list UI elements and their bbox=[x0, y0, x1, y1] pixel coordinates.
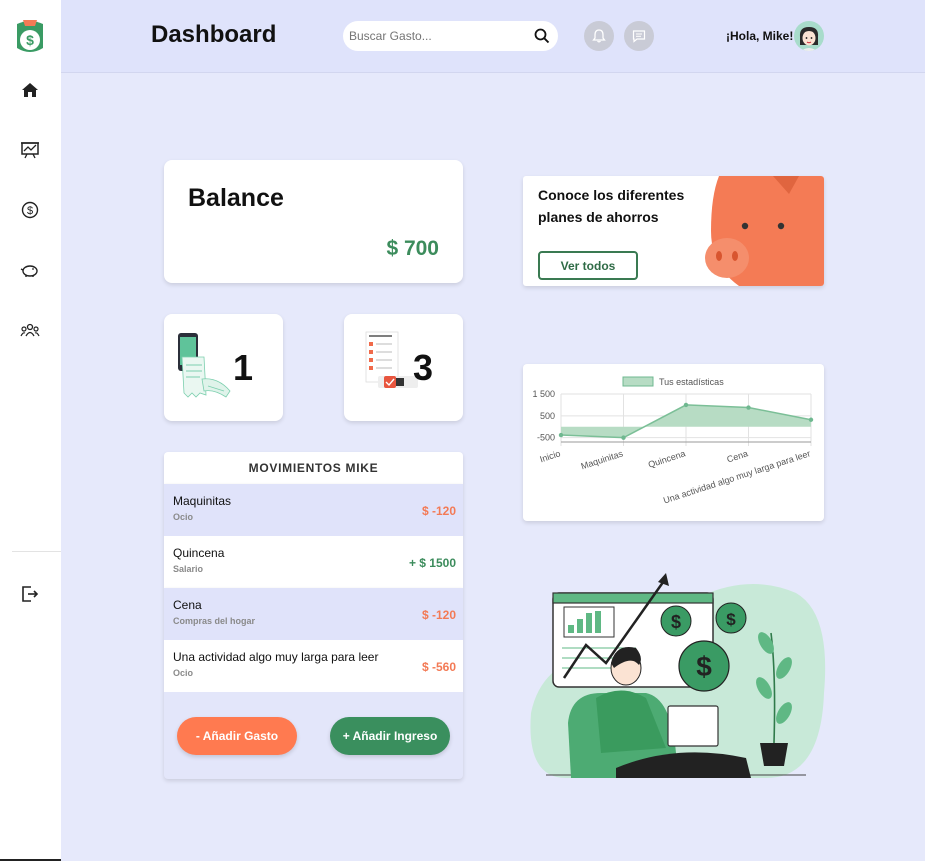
statistics-chart: Tus estadísticas 1 500 500 -500 Inicio Maquin… bbox=[532, 376, 814, 506]
logout-icon[interactable] bbox=[17, 581, 43, 607]
search-box bbox=[343, 21, 558, 51]
page-title: Dashboard bbox=[151, 21, 277, 48]
svg-text:$: $ bbox=[726, 610, 736, 629]
view-all-button[interactable]: Ver todos bbox=[538, 251, 638, 280]
svg-text:$: $ bbox=[26, 32, 34, 48]
statistics-chart-card: Tus estadísticas 1 500 500 -500 Inicio Maquin… bbox=[523, 364, 824, 521]
subscriptions-count-card[interactable]: 3 bbox=[344, 314, 463, 421]
movement-name: Una actividad algo muy larga para leer bbox=[173, 650, 379, 664]
expenses-count: 1 bbox=[232, 347, 253, 388]
expenses-count-card[interactable]: 1 bbox=[164, 314, 283, 421]
movement-row[interactable]: Maquinitas Ocio $ -120 bbox=[164, 484, 463, 536]
search-input[interactable] bbox=[349, 27, 529, 45]
add-expense-button[interactable]: - Añadir Gasto bbox=[177, 717, 297, 755]
data-point bbox=[808, 417, 814, 422]
movement-row[interactable]: Cena Compras del hogar $ -120 bbox=[164, 588, 463, 640]
movement-name: Cena bbox=[173, 598, 202, 612]
movement-category: Ocio bbox=[173, 512, 194, 522]
sidebar: $ $ bbox=[0, 0, 61, 861]
movement-category: Compras del hogar bbox=[173, 616, 256, 626]
data-point bbox=[558, 432, 564, 438]
y-tick-label: 1 500 bbox=[532, 389, 555, 399]
add-income-button[interactable]: + Añadir Ingreso bbox=[330, 717, 450, 755]
subscriptions-count: 3 bbox=[412, 347, 433, 388]
user-greeting: ¡Hola, Mike! bbox=[726, 29, 794, 43]
movement-row[interactable]: Quincena Salario + $ 1500 bbox=[164, 536, 463, 588]
balance-value: $ 700 bbox=[386, 237, 439, 260]
users-group-icon[interactable] bbox=[17, 317, 43, 343]
user-avatar[interactable] bbox=[794, 21, 824, 51]
bell-icon bbox=[592, 29, 606, 43]
dollar-coin-icon[interactable]: $ bbox=[17, 197, 43, 223]
y-tick-label: 500 bbox=[540, 411, 555, 421]
app-logo[interactable]: $ bbox=[13, 18, 47, 56]
movement-amount: $ -120 bbox=[421, 504, 456, 518]
x-tick-label: Cena bbox=[726, 448, 750, 464]
legend-swatch bbox=[622, 376, 654, 387]
movement-category: Ocio bbox=[173, 668, 194, 678]
mobile-receipt-illustration bbox=[178, 333, 231, 398]
svg-text:$: $ bbox=[27, 205, 33, 217]
movement-amount: + $ 1500 bbox=[408, 556, 456, 570]
data-point bbox=[621, 435, 626, 440]
balance-card: Balance $ 700 bbox=[164, 160, 463, 283]
piggy-bank-icon[interactable] bbox=[17, 257, 43, 283]
movement-name: Maquinitas bbox=[173, 494, 232, 508]
movements-panel: MOVIMIENTOS MIKE Maquinitas Ocio $ -120 … bbox=[164, 452, 463, 779]
movements-title: MOVIMIENTOS MIKE bbox=[164, 452, 463, 484]
home-icon[interactable] bbox=[17, 77, 43, 103]
movement-row[interactable]: Una actividad algo muy larga para leer O… bbox=[164, 640, 463, 692]
messages-button[interactable] bbox=[624, 21, 654, 51]
movement-amount: $ -120 bbox=[421, 608, 456, 622]
movement-amount: $ -560 bbox=[421, 660, 456, 674]
chat-icon bbox=[632, 30, 646, 43]
x-tick-label: Inicio bbox=[539, 448, 562, 464]
y-tick-label: -500 bbox=[537, 433, 555, 443]
x-tick-label: Maquinitas bbox=[580, 448, 625, 471]
promo-title: Conoce los diferentes planes de ahorros bbox=[538, 187, 685, 225]
finance-growth-illustration: $ $ $ bbox=[530, 573, 826, 778]
sidebar-divider bbox=[12, 551, 61, 552]
x-tick-label: Quincena bbox=[647, 448, 687, 469]
top-header: Dashboard ¡Hola, Mike! bbox=[61, 0, 925, 73]
search-icon[interactable] bbox=[534, 28, 550, 44]
data-point bbox=[746, 405, 751, 410]
legend-label: Tus estadísticas bbox=[659, 377, 724, 387]
savings-plans-card: Conoce los diferentes planes de ahorros … bbox=[523, 176, 824, 286]
piggy-bank-illustration bbox=[705, 176, 824, 286]
svg-text:$: $ bbox=[671, 612, 681, 632]
balance-title: Balance bbox=[188, 184, 284, 212]
notifications-button[interactable] bbox=[584, 21, 614, 51]
data-point bbox=[683, 402, 689, 408]
presentation-chart-icon[interactable] bbox=[17, 137, 43, 163]
svg-text:$: $ bbox=[696, 651, 712, 682]
checklist-illustration bbox=[365, 331, 418, 388]
